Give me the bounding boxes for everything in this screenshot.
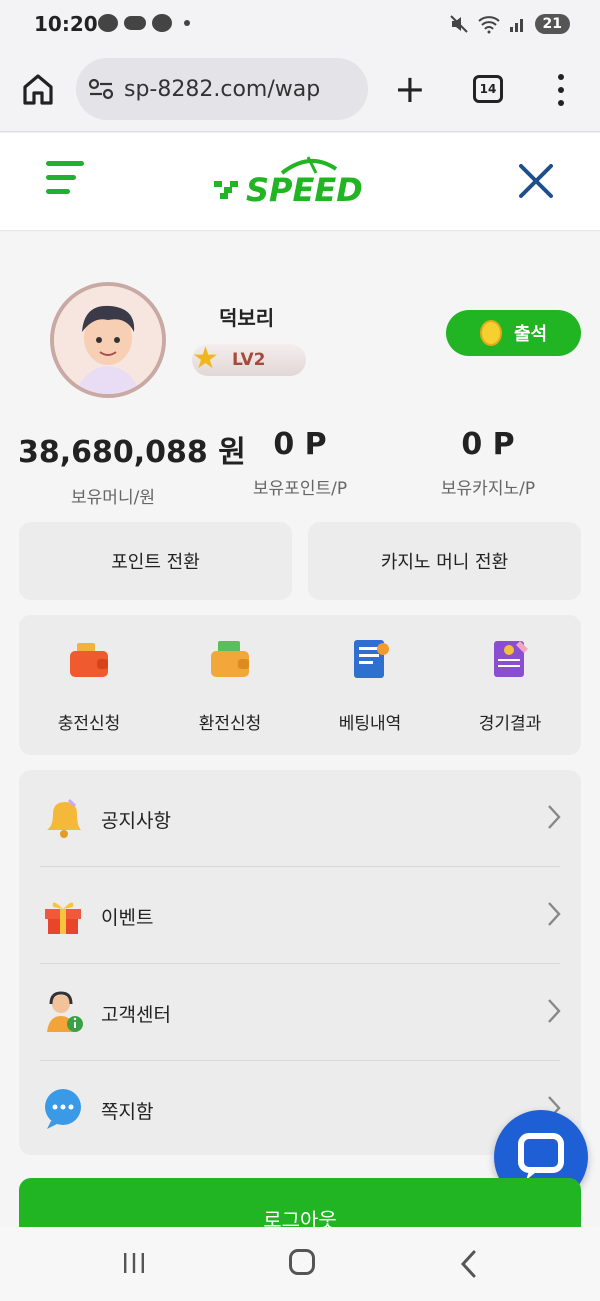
level-label: LV2 [232, 350, 266, 370]
speed-logo[interactable]: SPEED [210, 151, 390, 211]
deposit-request-button[interactable]: 충전신청 [29, 637, 149, 734]
support-menu-item[interactable]: 고객센터 [19, 964, 581, 1060]
withdraw-label: 환전신청 [198, 714, 262, 734]
chevron-right-icon [548, 805, 561, 829]
battery-badge: 21 [534, 14, 570, 34]
coin-icon [480, 320, 502, 346]
point-balance: 0 P 보유포인트/P [236, 427, 364, 499]
signal-icon [509, 19, 523, 32]
money-wallet-icon [211, 641, 249, 677]
menu-list: 공지사항 이벤트 고객센터 쪽지함 [19, 770, 581, 1155]
balance-summary: 38,680,088 원 보유머니/원 0 P 보유포인트/P 0 P 보유카지… [0, 427, 600, 508]
customer-support-icon [47, 991, 83, 1032]
chat-bubble-icon [45, 1089, 81, 1129]
new-tab-button[interactable]: + [394, 70, 426, 108]
home-nav-icon[interactable] [289, 1249, 315, 1275]
point-convert-button[interactable]: 포인트 전환 [19, 522, 292, 600]
bell-icon [47, 798, 81, 838]
wallet-icon [70, 643, 108, 677]
document-icon [354, 640, 389, 678]
deposit-label: 충전신청 [57, 714, 121, 734]
system-nav-bar [0, 1227, 600, 1301]
results-book-icon [494, 641, 528, 677]
notice-menu-item[interactable]: 공지사항 [19, 770, 581, 866]
home-icon[interactable] [22, 72, 54, 106]
money-label: 보유머니/원 [71, 488, 155, 508]
chevron-right-icon [548, 999, 561, 1023]
match-results-label: 경기결과 [478, 714, 542, 734]
money-value: 38,680,088 원 [18, 435, 246, 470]
logout-button[interactable]: 로그아웃 [19, 1178, 581, 1227]
recent-apps-icon[interactable] [122, 1251, 146, 1275]
status-bar: 10:20 21 [0, 0, 600, 50]
money-balance: 38,680,088 원 보유머니/원 [18, 427, 246, 508]
browser-menu-icon[interactable] [556, 74, 566, 106]
attendance-label: 출석 [514, 324, 548, 345]
quick-menu: 충전신청 환전신청 베팅내역 경기결과 [19, 615, 581, 755]
message-icon [152, 14, 172, 32]
withdraw-request-button[interactable]: 환전신청 [170, 637, 290, 734]
url-bar[interactable]: sp-8282.com/wap [76, 58, 368, 120]
point-value: 0 P [273, 427, 327, 462]
support-label: 고객센터 [101, 1004, 171, 1026]
notice-label: 공지사항 [101, 810, 171, 832]
attendance-button[interactable]: 출석 [446, 310, 581, 356]
browser-toolbar: sp-8282.com/wap + 14 [0, 50, 600, 132]
bet-history-label: 베팅내역 [338, 714, 402, 734]
casino-value: 0 P [461, 427, 515, 462]
point-label: 보유포인트/P [252, 479, 348, 499]
wifi-icon [477, 16, 500, 34]
more-notifications-icon [184, 20, 190, 26]
cloud-icon [124, 16, 146, 30]
notification-icons [98, 14, 190, 32]
tab-switcher-button[interactable]: 14 [473, 75, 503, 103]
avatar-illustration [54, 286, 162, 394]
mypage-content: 덕보리 ★ LV2 출석 38,680,088 원 보유머니/원 0 P 보유포… [0, 232, 600, 1227]
url-text: sp-8282.com/wap [124, 76, 321, 102]
event-label: 이벤트 [101, 907, 154, 929]
talk-icon [98, 14, 118, 32]
system-icons: 21 [449, 14, 570, 34]
hamburger-menu-icon[interactable] [46, 161, 86, 195]
casino-label: 보유카지노/P [440, 479, 536, 499]
chevron-right-icon [548, 902, 561, 926]
bet-history-button[interactable]: 베팅내역 [310, 637, 430, 734]
logo-text: SPEED [246, 171, 363, 209]
casino-balance: 0 P 보유카지노/P [426, 427, 550, 499]
user-avatar [50, 282, 166, 398]
casino-convert-button[interactable]: 카지노 머니 전환 [308, 522, 581, 600]
site-header: SPEED [0, 133, 600, 231]
site-settings-icon[interactable] [88, 78, 114, 100]
star-icon: ★ [192, 341, 219, 376]
match-results-button[interactable]: 경기결과 [450, 637, 570, 734]
event-menu-item[interactable]: 이벤트 [19, 867, 581, 963]
close-icon[interactable] [518, 163, 554, 199]
mute-icon [449, 15, 468, 33]
back-icon[interactable] [458, 1249, 480, 1279]
user-nickname: 덕보리 [219, 306, 275, 330]
inbox-label: 쪽지함 [101, 1101, 154, 1123]
status-time: 10:20 [34, 12, 98, 36]
gift-icon [45, 902, 81, 934]
level-badge: ★ LV2 [192, 341, 306, 376]
